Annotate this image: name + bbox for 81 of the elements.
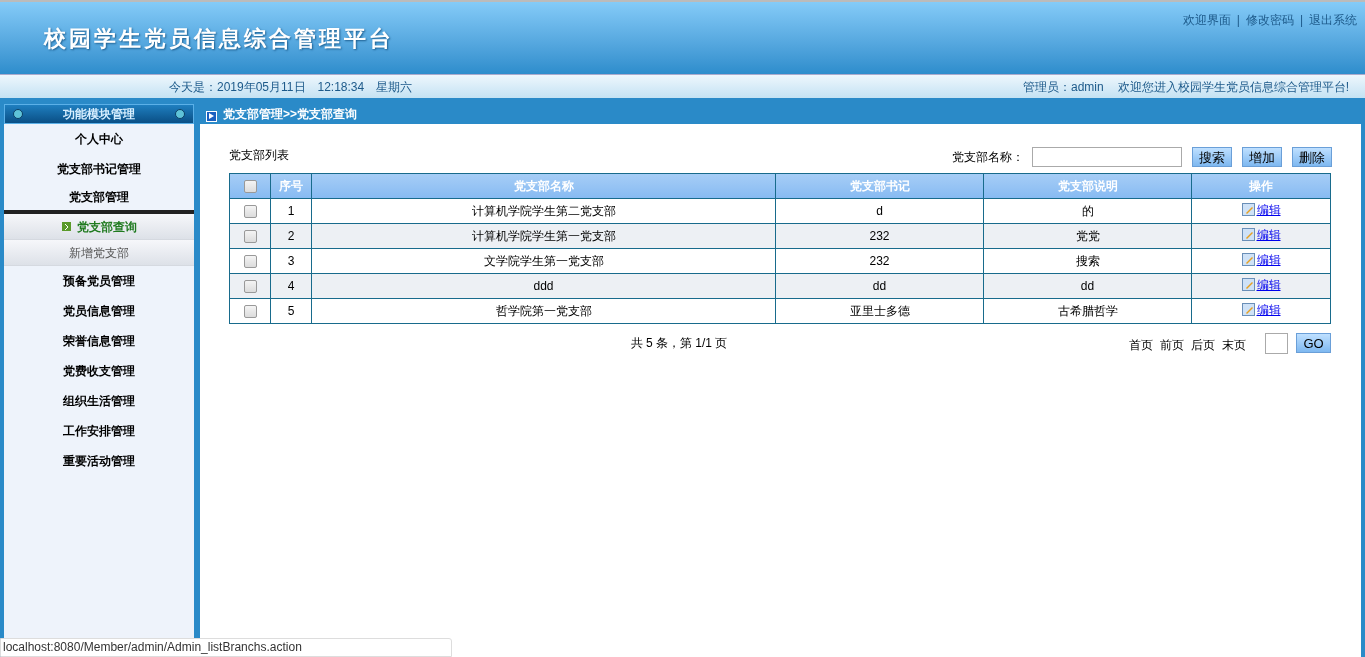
header-link[interactable]: 欢迎界面 [1182, 11, 1231, 74]
submenu-item[interactable]: 新增党支部 [4, 240, 194, 266]
breadcrumb: 党支部管理>>党支部查询 [223, 106, 357, 123]
welcome-message: 欢迎您进入校园学生党员信息综合管理平台! [1117, 78, 1349, 96]
edit-icon [1241, 253, 1255, 267]
pager-link[interactable]: 前页 [1160, 336, 1184, 354]
separator: | [1236, 12, 1240, 29]
column-header: 操作 [1191, 173, 1331, 199]
edit-icon [1241, 303, 1255, 317]
menu-item[interactable]: 预备党员管理 [4, 266, 194, 296]
list-title: 党支部列表 [229, 147, 289, 164]
menu-item[interactable]: 个人中心 [4, 124, 194, 154]
status-bar: localhost:8080/Member/admin/Admin_listBranchs.action [0, 638, 452, 657]
table-cell: 古希腊哲学 [983, 298, 1192, 324]
date-time: 今天是：2019年05月11日 12:18:34 星期六 [168, 78, 413, 96]
knob-icon [13, 109, 23, 119]
table-cell: 计算机学院学生第一党支部 [311, 223, 776, 249]
menu-item[interactable]: 工作安排管理 [4, 416, 194, 446]
table-cell: 4 [270, 273, 312, 299]
pager-link[interactable]: 末页 [1222, 336, 1246, 354]
separator: | [1299, 12, 1303, 29]
edit-icon [1241, 278, 1255, 292]
checkbox[interactable] [243, 204, 257, 218]
menu-item[interactable]: 党员信息管理 [4, 296, 194, 326]
header-link[interactable]: 退出系统 [1309, 11, 1357, 74]
column-header: 党支部说明 [983, 173, 1192, 199]
edit-icon [1241, 228, 1255, 242]
search-label: 党支部名称： [952, 149, 1024, 166]
action-button[interactable]: 增加 [1242, 147, 1282, 167]
menu-item[interactable]: 重要活动管理 [4, 446, 194, 476]
menu-item[interactable]: 组织生活管理 [4, 386, 194, 416]
search-field[interactable] [1032, 147, 1182, 167]
edit-icon [1241, 203, 1255, 217]
column-header: 党支部名称 [311, 173, 776, 199]
table-cell: 1 [270, 198, 312, 224]
table-cell: dd [983, 273, 1192, 299]
column-header: 党支部书记 [775, 173, 984, 199]
admin-label: 管理员：admin [1022, 78, 1104, 96]
edit-link[interactable]: 编辑 [1256, 225, 1281, 244]
action-button[interactable]: 删除 [1292, 147, 1332, 167]
menu-item[interactable]: 党费收支管理 [4, 356, 194, 386]
action-button[interactable]: 搜索 [1192, 147, 1232, 167]
table-cell: 5 [270, 298, 312, 324]
checkbox[interactable] [243, 279, 257, 293]
menu-item[interactable]: 党支部书记管理 [4, 154, 194, 184]
table-cell: 哲学院第一党支部 [311, 298, 776, 324]
table-cell: ddd [311, 273, 776, 299]
table-cell: 亚里士多德 [775, 298, 984, 324]
checkbox[interactable] [243, 254, 257, 268]
edit-link[interactable]: 编辑 [1256, 250, 1281, 269]
table-cell: 党党 [983, 223, 1192, 249]
table-cell: 搜索 [983, 248, 1192, 274]
table-cell: dd [775, 273, 984, 299]
edit-link[interactable]: 编辑 [1256, 300, 1281, 319]
arrow-icon [61, 222, 71, 231]
pager-link[interactable]: 后页 [1191, 336, 1215, 354]
submenu-item[interactable]: 党支部查询 [4, 214, 194, 240]
play-icon [206, 110, 217, 122]
header-link[interactable]: 修改密码 [1245, 11, 1294, 74]
knob-icon [175, 109, 185, 119]
table-cell: 232 [775, 248, 984, 274]
table-cell: d [775, 198, 984, 224]
table-cell: 232 [775, 223, 984, 249]
table-cell: 3 [270, 248, 312, 274]
checkbox[interactable] [243, 179, 257, 193]
sidebar-title: 功能模块管理 [63, 106, 135, 123]
table-cell: 文学院学生第一党支部 [311, 248, 776, 274]
checkbox[interactable] [243, 229, 257, 243]
edit-link[interactable]: 编辑 [1256, 275, 1281, 294]
app-title: 校园学生党员信息综合管理平台 [42, 25, 394, 53]
column-header: 序号 [270, 173, 312, 199]
page-input[interactable] [1265, 332, 1288, 354]
menu-item[interactable]: 荣誉信息管理 [4, 326, 194, 356]
table-cell: 的 [983, 198, 1192, 224]
checkbox[interactable] [243, 304, 257, 318]
table-cell: 计算机学院学生第二党支部 [311, 198, 776, 224]
page-summary: 共 5 条，第 1/1 页 [629, 335, 729, 352]
go-button[interactable]: GO [1296, 333, 1331, 353]
edit-link[interactable]: 编辑 [1256, 200, 1281, 219]
table-cell: 2 [270, 223, 312, 249]
pager-link[interactable]: 首页 [1129, 336, 1153, 354]
